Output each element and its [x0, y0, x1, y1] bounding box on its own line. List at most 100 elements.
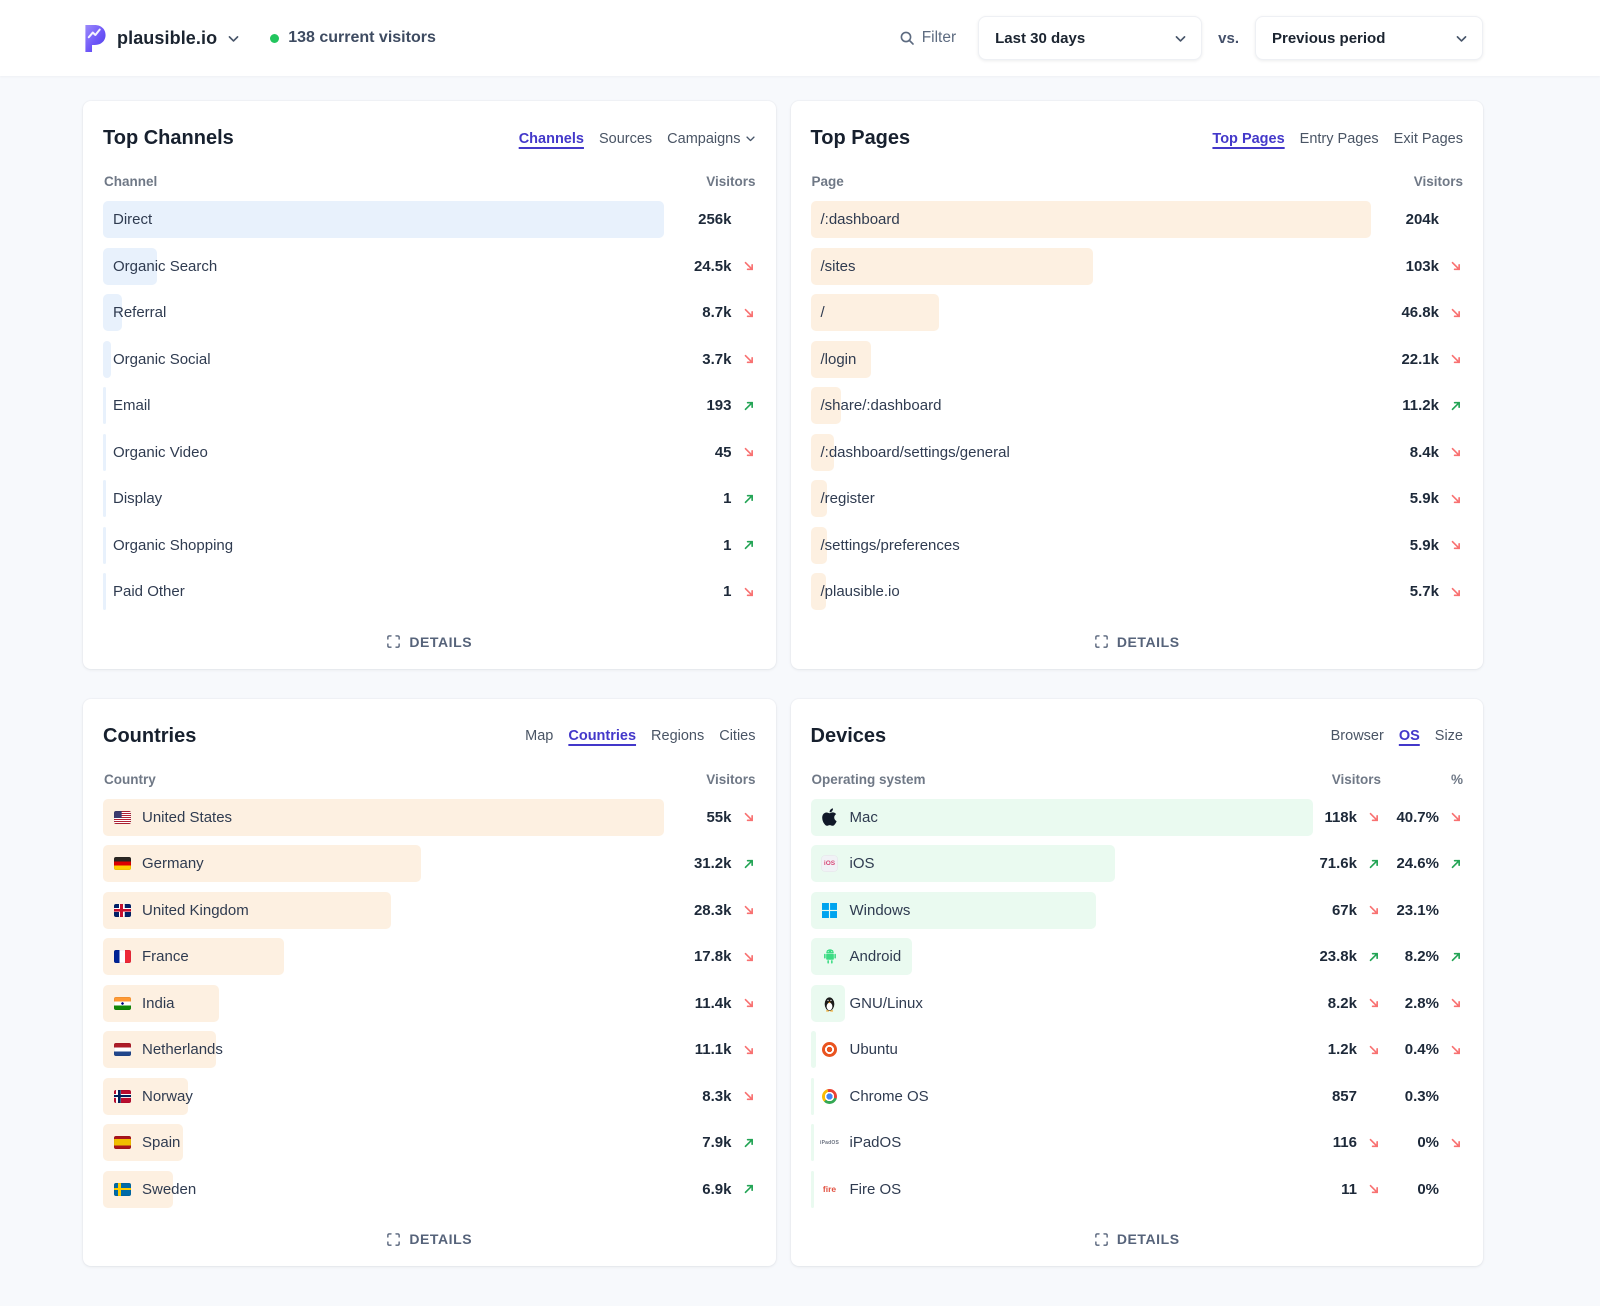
table-row[interactable]: France17.8k — [103, 938, 756, 975]
trend-up-icon — [1357, 950, 1381, 964]
table-row[interactable]: iPadOSiPadOS1160% — [811, 1124, 1464, 1161]
row-label: /plausible.io — [821, 583, 900, 600]
table-row[interactable]: iOSiOS71.6k24.6% — [811, 845, 1464, 882]
column-header-visitors: Visitors — [1393, 174, 1463, 189]
table-row[interactable]: /plausible.io5.7k — [811, 573, 1464, 610]
details-button[interactable]: DETAILS — [1088, 633, 1186, 651]
details-button[interactable]: DETAILS — [380, 1230, 478, 1248]
table-row[interactable]: Organic Video45 — [103, 434, 756, 471]
details-button[interactable]: DETAILS — [380, 633, 478, 651]
tab-os[interactable]: OS — [1399, 728, 1420, 744]
table-row[interactable]: Organic Shopping1 — [103, 527, 756, 564]
top-bar: plausible.io 138 current visitors Filter… — [0, 0, 1600, 76]
table-row[interactable]: India11.4k — [103, 985, 756, 1022]
table-row[interactable]: Email193 — [103, 387, 756, 424]
site-switcher[interactable]: plausible.io — [83, 24, 240, 53]
table-row[interactable]: Ubuntu1.2k0.4% — [811, 1031, 1464, 1068]
table-row[interactable]: /46.8k — [811, 294, 1464, 331]
chevron-down-icon[interactable] — [227, 32, 240, 45]
tab-campaigns[interactable]: Campaigns — [667, 131, 755, 147]
date-range-select[interactable]: Last 30 days — [978, 16, 1202, 60]
table-row[interactable]: Display1 — [103, 480, 756, 517]
table-row[interactable]: Organic Search24.5k — [103, 248, 756, 285]
tab-regions[interactable]: Regions — [651, 728, 704, 744]
table-row[interactable]: Netherlands11.1k — [103, 1031, 756, 1068]
table-row[interactable]: Paid Other1 — [103, 573, 756, 610]
visitors-value: 6.9k — [684, 1181, 732, 1198]
table-row[interactable]: Chrome OS8570.3% — [811, 1078, 1464, 1115]
tab-top-pages[interactable]: Top Pages — [1212, 131, 1284, 147]
table-row[interactable]: Organic Social3.7k — [103, 341, 756, 378]
tab-exit-pages[interactable]: Exit Pages — [1394, 131, 1463, 147]
filter-button[interactable]: Filter — [893, 28, 962, 48]
table-row[interactable]: United States55k — [103, 799, 756, 836]
table-row[interactable]: /settings/preferences5.9k — [811, 527, 1464, 564]
value-bar — [811, 1124, 814, 1161]
visitors-value: 5.9k — [1391, 537, 1439, 554]
visitors-value: 31.2k — [684, 855, 732, 872]
trend-down-icon — [732, 585, 756, 599]
visitors-value: 23.8k — [1309, 948, 1357, 965]
table-row[interactable]: fireFire OS110% — [811, 1171, 1464, 1208]
percent-value: 0% — [1381, 1134, 1439, 1151]
trend-down-icon — [1357, 810, 1381, 824]
expand-icon — [1094, 1232, 1109, 1247]
tab-label: Top Pages — [1212, 131, 1284, 147]
table-row[interactable]: /register5.9k — [811, 480, 1464, 517]
tab-browser[interactable]: Browser — [1331, 728, 1384, 744]
card-title: Countries — [103, 725, 196, 748]
trend-down-icon — [1439, 1136, 1463, 1150]
row-label: France — [142, 948, 189, 965]
row-label: Fire OS — [850, 1181, 902, 1198]
tab-countries[interactable]: Countries — [568, 728, 636, 744]
tab-channels[interactable]: Channels — [519, 131, 584, 147]
visitors-value: 24.5k — [684, 258, 732, 275]
tab-size[interactable]: Size — [1435, 728, 1463, 744]
table-row[interactable]: Norway8.3k — [103, 1078, 756, 1115]
table-row[interactable]: Mac118k40.7% — [811, 799, 1464, 836]
row-label: United States — [142, 809, 232, 826]
table-row[interactable]: /sites103k — [811, 248, 1464, 285]
tab-entry-pages[interactable]: Entry Pages — [1300, 131, 1379, 147]
trend-down-icon — [732, 810, 756, 824]
table-row[interactable]: /login22.1k — [811, 341, 1464, 378]
table-row[interactable]: Android23.8k8.2% — [811, 938, 1464, 975]
visitors-value: 67k — [1309, 902, 1357, 919]
trend-up-icon — [1439, 950, 1463, 964]
column-header-label: Country — [104, 772, 686, 787]
trend-down-icon — [732, 950, 756, 964]
table-row[interactable]: Spain7.9k — [103, 1124, 756, 1161]
table-row[interactable]: United Kingdom28.3k — [103, 892, 756, 929]
table-row[interactable]: /share/:dashboard11.2k — [811, 387, 1464, 424]
table-row[interactable]: /:dashboard204k — [811, 201, 1464, 238]
tab-sources[interactable]: Sources — [599, 131, 652, 147]
table-row[interactable]: Referral8.7k — [103, 294, 756, 331]
tab-cities[interactable]: Cities — [719, 728, 755, 744]
row-label: Paid Other — [113, 583, 185, 600]
trend-down-icon — [732, 352, 756, 366]
trend-down-icon — [1439, 352, 1463, 366]
flag-gb-icon — [113, 904, 131, 917]
tab-map[interactable]: Map — [525, 728, 553, 744]
column-headers: Page Visitors — [811, 174, 1464, 189]
table-row[interactable]: Germany31.2k — [103, 845, 756, 882]
table-row[interactable]: GNU/Linux8.2k2.8% — [811, 985, 1464, 1022]
visitors-value: 71.6k — [1309, 855, 1357, 872]
column-header-label: Channel — [104, 174, 686, 189]
row-label: Email — [113, 397, 151, 414]
visitors-value: 1 — [684, 537, 732, 554]
comparison-select[interactable]: Previous period — [1255, 16, 1483, 60]
trend-down-icon — [732, 996, 756, 1010]
value-bar — [103, 387, 106, 424]
table-row[interactable]: Direct256k — [103, 201, 756, 238]
visitors-value: 45 — [684, 444, 732, 461]
flag-us-icon — [113, 811, 131, 824]
trend-down-icon — [732, 903, 756, 917]
table-row[interactable]: Sweden6.9k — [103, 1171, 756, 1208]
table-row[interactable]: /:dashboard/settings/general8.4k — [811, 434, 1464, 471]
table-row[interactable]: Windows67k23.1% — [811, 892, 1464, 929]
column-header-visitors: Visitors — [686, 174, 756, 189]
details-button[interactable]: DETAILS — [1088, 1230, 1186, 1248]
percent-value: 0% — [1381, 1181, 1439, 1198]
row-label: / — [821, 304, 825, 321]
